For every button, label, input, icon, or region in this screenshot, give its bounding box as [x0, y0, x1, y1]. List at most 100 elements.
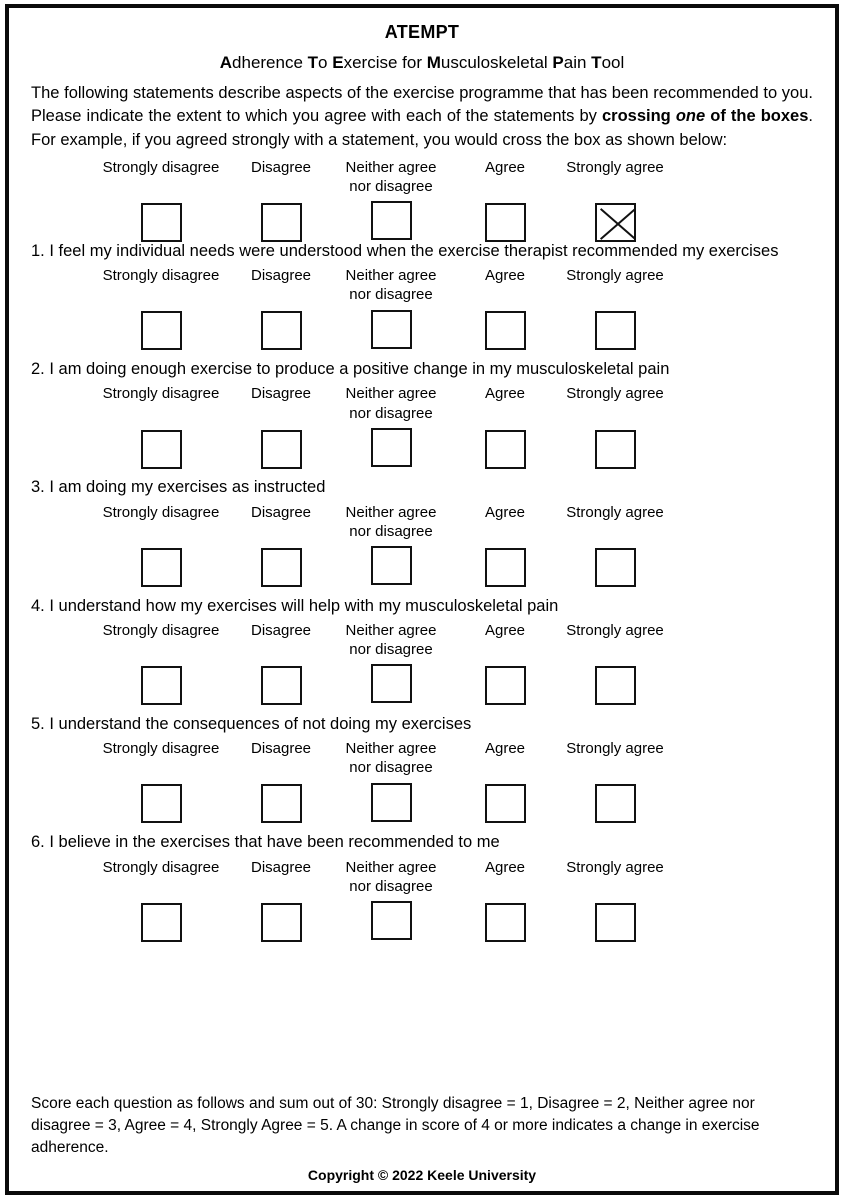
scale-label-disagree: Disagree	[250, 740, 312, 758]
scale-label-agree: Agree	[484, 858, 526, 876]
q3-checkbox-agree[interactable]	[484, 547, 526, 587]
q1-option-agree[interactable]: Agree	[461, 266, 549, 351]
q4-checkbox-agree[interactable]	[484, 666, 526, 706]
page-subtitle: Adherence To Exercise for Musculoskeleta…	[31, 52, 813, 74]
q2-option-agree[interactable]: Agree	[461, 384, 549, 469]
q4-option-strongly-disagree[interactable]: Strongly disagree	[99, 621, 223, 706]
q6-box-wrap-0	[99, 902, 223, 942]
q2-option-neither[interactable]: Neither agree nor disagree	[335, 384, 447, 467]
q4-option-agree[interactable]: Agree	[461, 621, 549, 706]
example-option-strongly-disagree[interactable]: Strongly disagree	[99, 158, 223, 243]
q3-option-agree[interactable]: Agree	[461, 503, 549, 587]
q6-option-strongly-disagree[interactable]: Strongly disagree	[99, 858, 223, 942]
q2-option-strongly-agree[interactable]: Strongly agree	[553, 384, 677, 469]
q1-checkbox-agree[interactable]	[484, 311, 526, 351]
q5-option-agree[interactable]: Agree	[461, 739, 549, 824]
subtitle-text-6: ool	[601, 52, 625, 72]
q3-checkbox-strongly-disagree[interactable]	[140, 547, 182, 587]
scale-label-strongly-disagree: Strongly disagree	[102, 622, 220, 640]
example-checkbox-strongly-disagree[interactable]	[140, 203, 182, 243]
q1-checkbox-strongly-disagree[interactable]	[140, 311, 182, 351]
q2-checkbox-agree[interactable]	[484, 429, 526, 469]
instructions-bold-crossing: crossing	[601, 107, 676, 126]
scale-label-strongly-agree: Strongly agree	[566, 858, 664, 876]
q3-option-strongly-disagree[interactable]: Strongly disagree	[99, 503, 223, 587]
q6-checkbox-disagree[interactable]	[260, 902, 302, 942]
q1-checkbox-neither[interactable]	[370, 309, 412, 349]
scale-label-strongly-agree: Strongly agree	[566, 385, 664, 403]
q6-option-agree[interactable]: Agree	[461, 858, 549, 942]
q2-checkbox-strongly-agree[interactable]	[594, 429, 636, 469]
answer-scale-1: Strongly disagree Disagree Neither agree…	[31, 266, 813, 351]
q4-checkbox-strongly-disagree[interactable]	[140, 666, 182, 706]
q2-checkbox-disagree[interactable]	[260, 429, 302, 469]
q5-option-disagree[interactable]: Disagree	[237, 739, 325, 824]
scale-label-neither-agree-nor-disagree: Neither agree nor disagree	[345, 503, 437, 540]
subtitle-text-5: ain	[563, 52, 592, 72]
q4-option-neither[interactable]: Neither agree nor disagree	[335, 621, 447, 704]
q2-option-strongly-disagree[interactable]: Strongly disagree	[99, 384, 223, 469]
q4-checkbox-neither[interactable]	[370, 664, 412, 704]
q4-checkbox-strongly-agree[interactable]	[594, 666, 636, 706]
q4-option-strongly-agree[interactable]: Strongly agree	[553, 621, 677, 706]
q6-option-neither[interactable]: Neither agree nor disagree	[335, 858, 447, 940]
q3-checkbox-neither[interactable]	[370, 546, 412, 586]
q4-option-disagree[interactable]: Disagree	[237, 621, 325, 706]
scale-label-neither-agree-nor-disagree: Neither agree nor disagree	[345, 158, 437, 196]
scale-label-neither-agree-nor-disagree: Neither agree nor disagree	[345, 267, 437, 304]
q1-checkbox-disagree[interactable]	[260, 311, 302, 351]
q5-option-strongly-disagree[interactable]: Strongly disagree	[99, 739, 223, 824]
scale-label-neither-agree-nor-disagree: Neither agree nor disagree	[345, 385, 437, 422]
example-checkbox-disagree[interactable]	[260, 203, 302, 243]
q6-checkbox-neither[interactable]	[370, 900, 412, 940]
q5-checkbox-neither[interactable]	[370, 782, 412, 822]
q3-box-wrap-2	[335, 546, 447, 586]
q6-option-disagree[interactable]: Disagree	[237, 858, 325, 942]
q3-option-neither[interactable]: Neither agree nor disagree	[335, 503, 447, 586]
example-checkbox-strongly-agree-checked[interactable]	[594, 203, 636, 243]
q5-checkbox-strongly-disagree[interactable]	[140, 784, 182, 824]
scale-label-strongly-disagree: Strongly disagree	[102, 267, 220, 285]
q3-option-disagree[interactable]: Disagree	[237, 503, 325, 587]
subtitle-cap-m: M	[426, 52, 441, 72]
q5-checkbox-disagree[interactable]	[260, 784, 302, 824]
q4-checkbox-disagree[interactable]	[260, 666, 302, 706]
question-text-6: 6. I believe in the exercises that have …	[31, 833, 500, 852]
q5-checkbox-strongly-agree[interactable]	[594, 784, 636, 824]
q3-option-strongly-agree[interactable]: Strongly agree	[553, 503, 677, 587]
example-checkbox-neither[interactable]	[370, 201, 412, 241]
q5-checkbox-agree[interactable]	[484, 784, 526, 824]
example-checkbox-agree[interactable]	[484, 203, 526, 243]
q6-checkbox-strongly-disagree[interactable]	[140, 902, 182, 942]
scale-label-disagree: Disagree	[250, 158, 312, 176]
q2-option-disagree[interactable]: Disagree	[237, 384, 325, 469]
q5-box-wrap-2	[335, 782, 447, 822]
questionnaire-page: ATEMPT Adherence To Exercise for Musculo…	[0, 0, 844, 1200]
instructions-bold-italic-one: one	[675, 107, 706, 126]
q6-option-strongly-agree[interactable]: Strongly agree	[553, 858, 677, 942]
q1-checkbox-strongly-agree[interactable]	[594, 311, 636, 351]
q6-checkbox-strongly-agree[interactable]	[594, 902, 636, 942]
q6-checkbox-agree[interactable]	[484, 902, 526, 942]
q5-option-neither[interactable]: Neither agree nor disagree	[335, 739, 447, 822]
q1-option-strongly-disagree[interactable]: Strongly disagree	[99, 266, 223, 351]
q5-option-strongly-agree[interactable]: Strongly agree	[553, 739, 677, 824]
q2-checkbox-strongly-disagree[interactable]	[140, 429, 182, 469]
q1-option-disagree[interactable]: Disagree	[237, 266, 325, 351]
question-block-4: 4. I understand how my exercises will he…	[31, 595, 813, 706]
example-option-neither[interactable]: Neither agree nor disagree	[335, 158, 447, 241]
q2-checkbox-neither[interactable]	[370, 427, 412, 467]
subtitle-cap-t1: T	[307, 52, 319, 72]
example-checkbox-wrap-4	[553, 203, 677, 243]
question-block-1: 1. I feel my individual needs were under…	[31, 240, 813, 351]
q3-box-wrap-0	[99, 547, 223, 587]
q1-option-neither[interactable]: Neither agree nor disagree	[335, 266, 447, 349]
example-option-agree[interactable]: Agree	[461, 158, 549, 243]
q3-checkbox-disagree[interactable]	[260, 547, 302, 587]
q4-box-wrap-1	[237, 666, 325, 706]
q3-checkbox-strongly-agree[interactable]	[594, 547, 636, 587]
example-option-disagree[interactable]: Disagree	[237, 158, 325, 243]
q1-option-strongly-agree[interactable]: Strongly agree	[553, 266, 677, 351]
scale-label-strongly-disagree: Strongly disagree	[102, 158, 220, 176]
example-option-strongly-agree[interactable]: Strongly agree	[553, 158, 677, 243]
